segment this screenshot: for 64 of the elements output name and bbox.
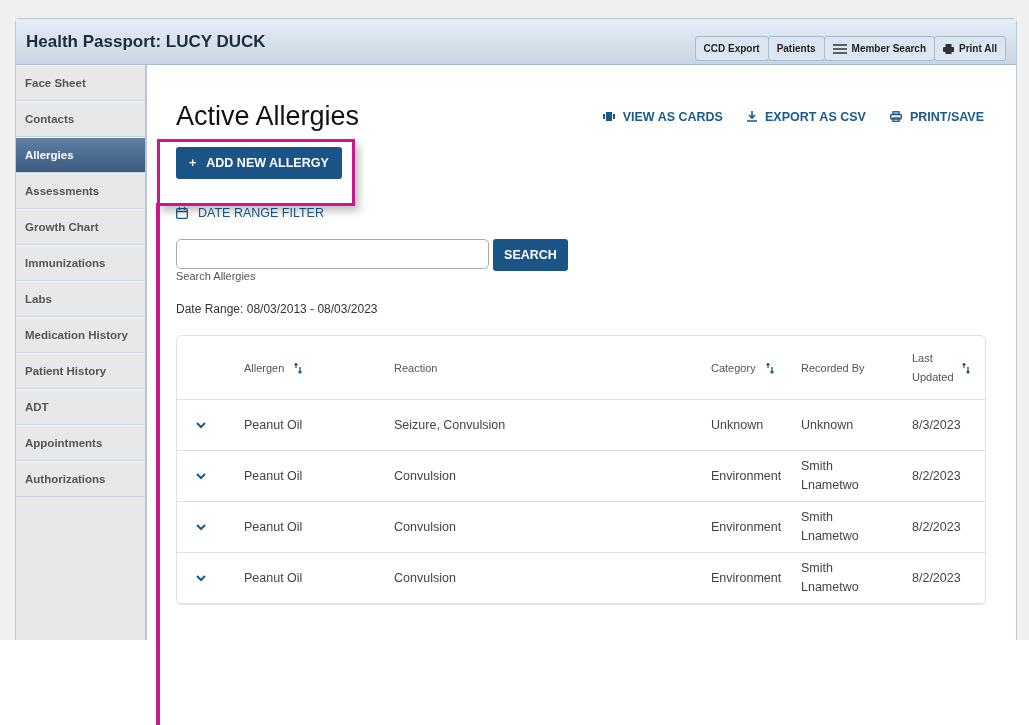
- sidebar-item[interactable]: Medication History: [16, 317, 145, 353]
- table-cell-text: Smith Lnametwo: [801, 560, 860, 596]
- action-link[interactable]: PRINT/SAVE: [909, 109, 984, 124]
- table-cell-text: Environment: [711, 519, 782, 536]
- table-cell-text: Convulsion: [394, 468, 456, 485]
- sidebar-item[interactable]: Authorizations: [16, 461, 145, 497]
- chevron-down-icon[interactable]: [195, 523, 206, 531]
- table-cell-text: Convulsion: [394, 519, 456, 536]
- page-heading: Active Allergies: [176, 101, 360, 132]
- sidebar-item[interactable]: Allergies: [16, 137, 145, 173]
- table-cell-text: 8/3/2023: [912, 417, 961, 434]
- table-cell-text: Convulsion: [394, 570, 456, 587]
- column-header[interactable]: Allergen: [244, 358, 303, 378]
- printer-icon: [889, 111, 902, 122]
- table-cell-text: Environment: [711, 468, 782, 485]
- toolbar-button[interactable]: Patients: [767, 36, 825, 61]
- sidebar-item[interactable]: Face Sheet: [16, 65, 145, 101]
- table-cell-text: Peanut Oil: [244, 570, 303, 587]
- table-cell-text: Unknown: [711, 417, 764, 434]
- window-title: Health Passport: LUCY DUCK: [26, 31, 266, 52]
- toolbar-button[interactable]: Print All: [934, 36, 1006, 61]
- action-link[interactable]: EXPORT AS CSV: [764, 109, 866, 124]
- table-cell-text: Peanut Oil: [244, 468, 303, 485]
- sort-icon[interactable]: [962, 362, 970, 374]
- search-button[interactable]: SEARCH: [493, 239, 568, 271]
- search-caption: Search Allergies: [176, 270, 257, 282]
- toolbar-button[interactable]: CCD Export: [694, 36, 769, 61]
- table-cell-text: Environment: [711, 570, 782, 587]
- column-header[interactable]: Last Updated: [912, 349, 970, 387]
- date-range-text: Date Range: 08/03/2013 - 08/03/2023: [176, 302, 379, 316]
- column-header: Recorded By: [801, 360, 865, 376]
- sidebar-item[interactable]: Appointments: [16, 425, 145, 461]
- column-header: Reaction: [394, 360, 438, 376]
- column-header[interactable]: Category: [711, 358, 774, 378]
- table-cell-text: 8/2/2023: [912, 519, 961, 536]
- sort-icon[interactable]: [765, 362, 774, 374]
- table-cell-text: Smith Lnametwo: [801, 458, 860, 494]
- toolbar-button[interactable]: Member Search: [823, 36, 936, 61]
- table-cell-text: Unknown: [801, 417, 855, 434]
- table-cell-text: 8/2/2023: [912, 468, 961, 485]
- date-range-filter-link[interactable]: DATE RANGE FILTER: [198, 206, 324, 220]
- search-field[interactable]: [176, 239, 489, 269]
- sidebar-item[interactable]: Assessments: [16, 173, 145, 209]
- table-cell-text: Smith Lnametwo: [801, 509, 860, 545]
- add-allergy-button[interactable]: + ADD NEW ALLERGY: [176, 147, 342, 179]
- printer-icon: [943, 43, 955, 54]
- calendar-icon: [176, 207, 188, 219]
- action-link[interactable]: VIEW AS CARDS: [622, 109, 723, 124]
- table-cell-text: Seizure, Convulsion: [394, 417, 506, 434]
- sidebar-item[interactable]: Immunizations: [16, 245, 145, 281]
- table-cell-text: 8/2/2023: [912, 570, 961, 587]
- menu-icon: [832, 43, 847, 54]
- chevron-down-icon[interactable]: [195, 574, 206, 582]
- chevron-down-icon[interactable]: [195, 472, 206, 480]
- table-cell-text: Peanut Oil: [244, 519, 303, 536]
- sidebar-item[interactable]: Labs: [16, 281, 145, 317]
- sort-icon[interactable]: [294, 362, 303, 374]
- table-cell-text: Peanut Oil: [244, 417, 303, 434]
- sidebar-item[interactable]: Patient History: [16, 353, 145, 389]
- download-icon: [746, 111, 757, 122]
- sidebar-item[interactable]: ADT: [16, 389, 145, 425]
- sidebar-item[interactable]: Growth Chart: [16, 209, 145, 245]
- cards-icon: [602, 112, 615, 121]
- chevron-down-icon[interactable]: [195, 421, 206, 429]
